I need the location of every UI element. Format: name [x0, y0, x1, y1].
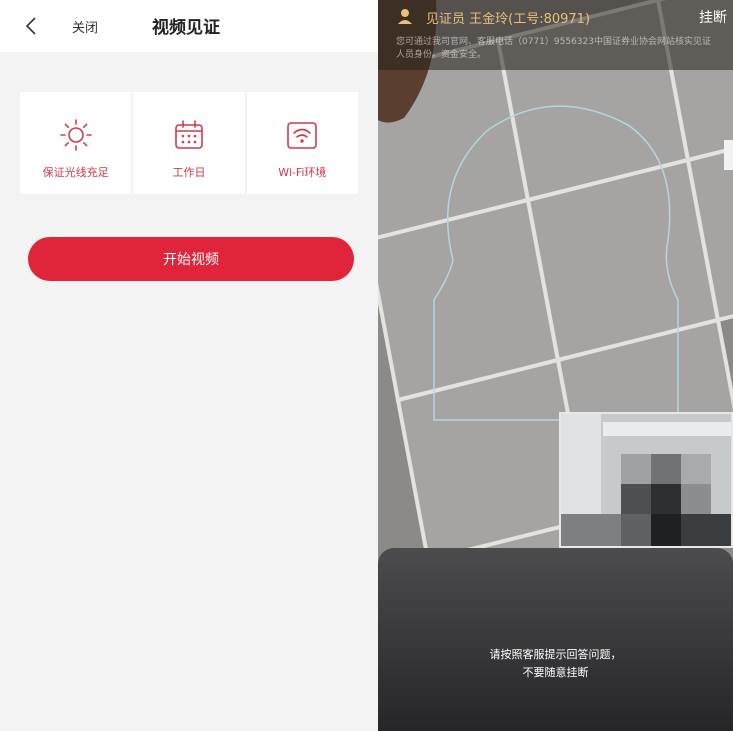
tip-workday: 工作日	[133, 92, 245, 194]
close-link[interactable]: 关闭	[72, 17, 98, 36]
self-view-video[interactable]	[559, 412, 733, 548]
self-view-feed	[561, 414, 731, 546]
security-notice: 您可通过我司官网、客服电话（0771）9556323中国证券业协会网站核实见证人…	[396, 37, 711, 60]
start-video-button[interactable]: 开始视频	[28, 237, 354, 281]
video-witness-setup-screen: 关闭 视频见证 保证光线充足 工作日 Wi-Fi环境 开始视频	[0, 0, 378, 731]
call-info-bar: 见证员 王金玲(工号:80971) 挂断 您可通过我司官网、客服电话（0771）…	[378, 0, 733, 70]
chevron-left-icon[interactable]	[22, 15, 42, 37]
tip-lighting: 保证光线充足	[20, 92, 132, 194]
requirements-card: 保证光线充足 工作日 Wi-Fi环境	[20, 92, 358, 194]
app-root: 关闭 视频见证 保证光线充足 工作日 Wi-Fi环境 开始视频 见证员 王金玲(…	[0, 0, 733, 731]
tip-label: 保证光线充足	[42, 166, 109, 179]
calendar-icon	[175, 120, 203, 149]
page-title: 视频见证	[152, 18, 220, 38]
instruction-panel: 请按照客服提示回答问题， 不要随意挂断	[378, 548, 733, 731]
agent-avatar-icon	[398, 9, 412, 24]
video-call-screen: 见证员 王金玲(工号:80971) 挂断 您可通过我司官网、客服电话（0771）…	[378, 0, 733, 731]
tip-label: Wi-Fi环境	[278, 166, 327, 179]
instruction-text-line2: 不要随意挂断	[522, 666, 589, 679]
tip-wifi: Wi-Fi环境	[246, 92, 358, 194]
sun-icon	[59, 119, 92, 151]
agent-name: 见证员 王金玲(工号:80971)	[426, 12, 591, 27]
instruction-text-line1: 请按照客服提示回答问题，	[489, 648, 622, 661]
wifi-icon	[287, 122, 318, 149]
hangup-button[interactable]: 挂断	[699, 7, 727, 27]
tip-label: 工作日	[172, 166, 206, 179]
nav-bar: 关闭 视频见证	[0, 0, 378, 52]
